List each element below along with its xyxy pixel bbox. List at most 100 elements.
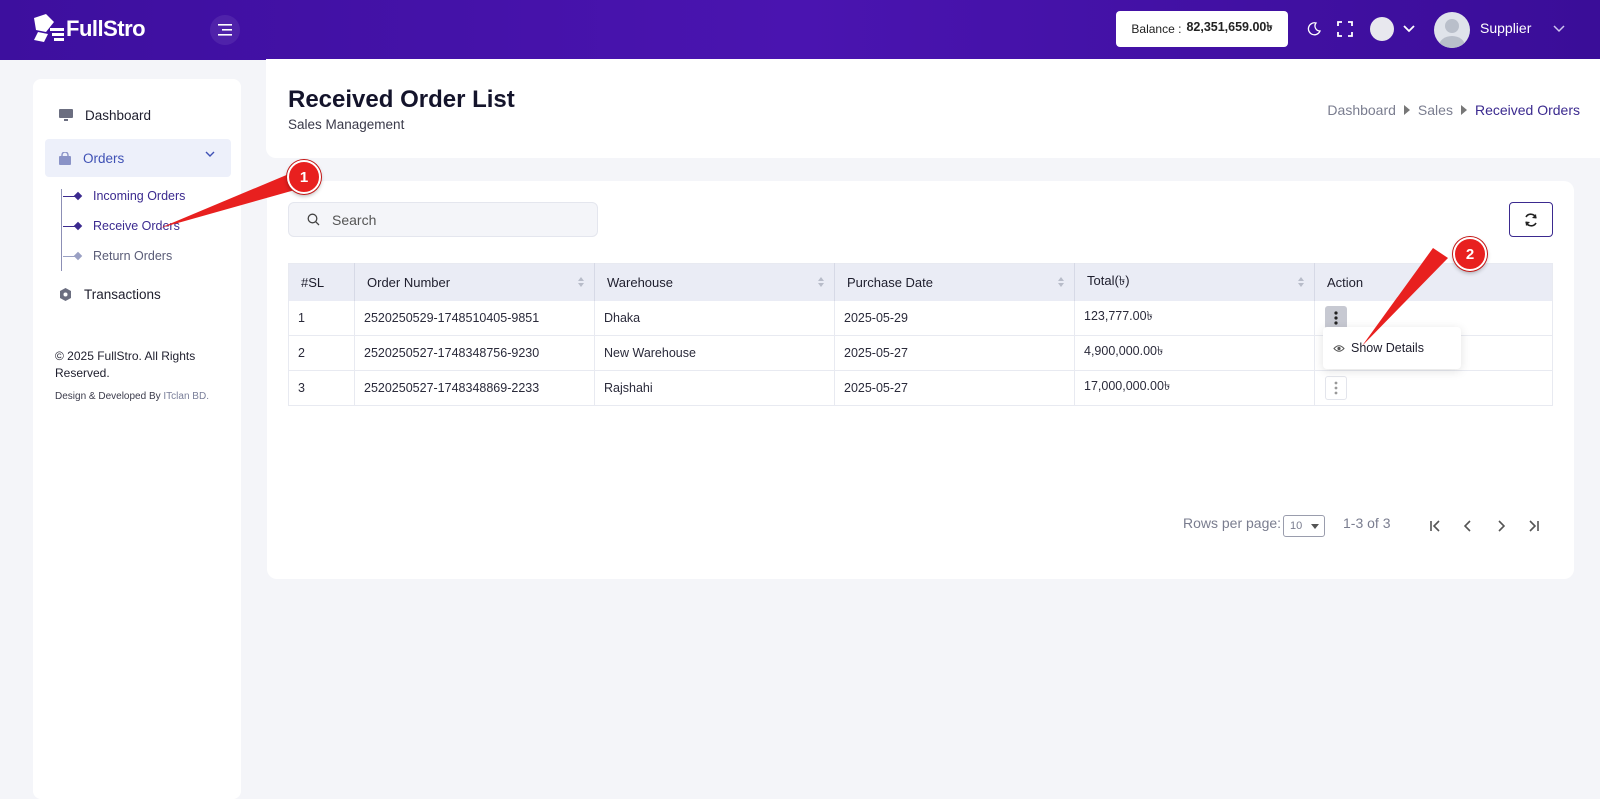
next-page-button[interactable]: [1492, 517, 1510, 535]
table-header-row: #SL Order Number Warehouse Purchase Date…: [288, 263, 1553, 301]
chevron-down-icon: [1403, 25, 1415, 33]
kebab-menu-icon: [1334, 381, 1338, 395]
page-header: Received Order List Sales Management Das…: [266, 59, 1600, 158]
page-subtitle: Sales Management: [288, 117, 405, 132]
breadcrumb-received-orders: Received Orders: [1474, 102, 1580, 118]
breadcrumb-dashboard[interactable]: Dashboard: [1327, 102, 1396, 118]
credit-company-link[interactable]: ITclan BD.: [163, 391, 209, 402]
top-bar: FullStro Balance : 82,351,659.00৳ Suppli: [0, 0, 1600, 60]
cell-purchase-date: 2025-05-27: [834, 370, 1075, 406]
monitor-icon: [59, 108, 73, 121]
cell-purchase-date: 2025-05-29: [834, 300, 1075, 336]
coin-icon: [60, 287, 71, 301]
cell-order-number: 2520250527-1748348869-2233: [354, 370, 595, 406]
rows-per-page-select[interactable]: 10: [1283, 515, 1325, 537]
sidebar-subitem-return-orders[interactable]: Return Orders: [63, 249, 173, 263]
eye-icon: [1333, 344, 1345, 352]
language-dropdown-toggle[interactable]: [1398, 18, 1420, 40]
sidebar-item-label: Dashboard: [85, 107, 152, 123]
column-header-sl: #SL: [288, 263, 355, 301]
logo-icon: [32, 14, 64, 44]
user-name[interactable]: Supplier: [1480, 20, 1531, 36]
brand-name: FullStro: [66, 16, 146, 41]
orders-card: #SL Order Number Warehouse Purchase Date…: [267, 181, 1574, 579]
cell-warehouse: Rajshahi: [594, 370, 835, 406]
sort-icon: [818, 277, 824, 287]
dark-mode-button[interactable]: [1303, 18, 1325, 40]
refresh-icon: [1525, 212, 1537, 227]
cell-total: 17,000,000.00৳: [1074, 370, 1315, 406]
bag-icon: [59, 151, 71, 165]
hamburger-icon: [218, 24, 232, 36]
column-header-order-number[interactable]: Order Number: [354, 263, 595, 301]
column-header-warehouse[interactable]: Warehouse: [594, 263, 835, 301]
column-header-total[interactable]: Total(৳): [1074, 263, 1315, 301]
cell-purchase-date: 2025-05-27: [834, 335, 1075, 371]
fullscreen-icon: [1337, 21, 1353, 37]
user-avatar-icon: [1439, 19, 1465, 48]
sort-icon: [1058, 277, 1064, 287]
sidebar-item-label: Orders: [83, 150, 125, 166]
annotation-callout-2: 2: [1453, 237, 1487, 271]
cell-action: [1315, 371, 1553, 406]
breadcrumb-sales[interactable]: Sales: [1418, 102, 1453, 118]
search-box[interactable]: [288, 202, 598, 237]
breadcrumb: Dashboard Sales Received Orders: [1327, 102, 1580, 118]
kebab-menu-icon: [1334, 311, 1338, 325]
cell-warehouse: Dhaka: [594, 300, 835, 336]
sidebar-item-label: Transactions: [84, 286, 161, 302]
balance-display: Balance : 82,351,659.00৳: [1116, 11, 1288, 47]
cell-sl: 3: [288, 370, 355, 406]
column-header-label: Order Number: [367, 274, 451, 290]
language-selector[interactable]: [1370, 17, 1394, 41]
sidebar-subitem-label: Receive Orders: [93, 219, 180, 233]
chevron-down-icon: [1553, 25, 1565, 33]
annotation-callout-1: 1: [287, 160, 321, 194]
credit-prefix: Design & Developed By: [55, 391, 161, 402]
balance-label: Balance :: [1131, 22, 1182, 36]
row-actions-menu: Show Details: [1323, 327, 1461, 369]
column-header-label: Purchase Date: [847, 274, 933, 290]
first-page-button[interactable]: [1426, 517, 1444, 535]
refresh-button[interactable]: [1509, 202, 1553, 237]
last-page-icon: [1529, 520, 1539, 532]
sidebar-subitem-incoming-orders[interactable]: Incoming Orders: [63, 189, 186, 203]
sidebar-item-transactions[interactable]: Transactions: [45, 275, 231, 313]
brand-logo[interactable]: FullStro: [32, 14, 146, 44]
search-icon: [307, 213, 320, 226]
avatar[interactable]: [1434, 12, 1470, 48]
copyright-text: © 2025 FullStro. All Rights Reserved.: [55, 349, 196, 380]
credit-text: Design & Developed By ITclan BD.: [55, 391, 209, 402]
previous-page-button[interactable]: [1459, 517, 1477, 535]
sidebar-subitem-receive-orders[interactable]: Receive Orders: [63, 219, 180, 233]
rows-per-page-value: 10: [1290, 520, 1303, 532]
sidebar-item-orders[interactable]: Orders: [45, 139, 231, 177]
sidebar-subitem-label: Incoming Orders: [93, 189, 186, 203]
chevron-left-icon: [1464, 520, 1471, 532]
first-page-icon: [1430, 520, 1440, 532]
tree-node-icon: [73, 251, 83, 261]
last-page-button[interactable]: [1525, 517, 1543, 535]
column-header-label: Total(৳): [1087, 272, 1130, 288]
menu-toggle-button[interactable]: [210, 15, 240, 45]
cell-sl: 2: [288, 335, 355, 371]
chevron-down-icon: [205, 151, 215, 157]
fullscreen-button[interactable]: [1334, 18, 1356, 40]
show-details-menu-item[interactable]: Show Details: [1351, 341, 1424, 355]
cell-total: 4,900,000.00৳: [1074, 335, 1315, 371]
sidebar-item-dashboard[interactable]: Dashboard: [45, 96, 231, 134]
table-row: 3 2520250527-1748348869-2233 Rajshahi 20…: [288, 370, 1553, 406]
tree-line: [61, 189, 62, 271]
column-header-purchase-date[interactable]: Purchase Date: [834, 263, 1075, 301]
sidebar-subitem-label: Return Orders: [93, 249, 173, 263]
cell-warehouse: New Warehouse: [594, 335, 835, 371]
search-input[interactable]: [332, 211, 572, 228]
sidebar: Dashboard Orders Incoming Orders Receive…: [33, 79, 241, 799]
balance-value: 82,351,659.00৳: [1186, 20, 1273, 34]
user-menu-toggle[interactable]: [1548, 18, 1570, 40]
pagination-range: 1-3 of 3: [1343, 515, 1391, 531]
caret-right-icon: [1403, 105, 1410, 115]
row-actions-button[interactable]: [1325, 376, 1347, 400]
tree-node-icon: [73, 221, 83, 231]
sort-icon: [1298, 277, 1304, 287]
